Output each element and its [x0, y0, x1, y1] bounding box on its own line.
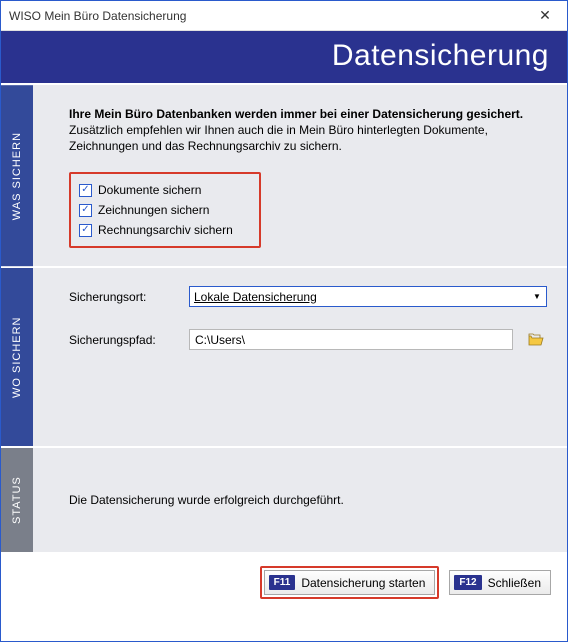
select-value: Lokale Datensicherung	[194, 290, 317, 304]
page-title: Datensicherung	[332, 39, 549, 72]
intro-heading: Ihre Mein Büro Datenbanken werden immer …	[69, 107, 547, 121]
row-sicherungsort: Sicherungsort: Lokale Datensicherung ▼	[69, 286, 547, 307]
close-icon[interactable]: ✕	[523, 1, 567, 31]
button-label: Schließen	[488, 576, 541, 590]
status-message: Die Datensicherung wurde erfolgreich dur…	[69, 493, 344, 507]
checkbox-zeichnungen[interactable]: ✓ Zeichnungen sichern	[79, 200, 233, 220]
checkbox-rechnungsarchiv[interactable]: ✓ Rechnungsarchiv sichern	[79, 220, 233, 240]
titlebar: WISO Mein Büro Datensicherung ✕	[1, 1, 567, 31]
footer: F11 Datensicherung starten F12 Schließen	[1, 552, 567, 613]
checkbox-label: Rechnungsarchiv sichern	[98, 223, 233, 237]
fkey-badge: F12	[454, 575, 481, 590]
check-icon: ✓	[79, 184, 92, 197]
label-sicherungsort: Sicherungsort:	[69, 290, 177, 304]
checkbox-dokumente[interactable]: ✓ Dokumente sichern	[79, 180, 233, 200]
start-backup-button[interactable]: F11 Datensicherung starten	[264, 570, 436, 595]
window-title: WISO Mein Büro Datensicherung	[9, 9, 523, 23]
section-wo-sichern: WO SICHERN Sicherungsort: Lokale Datensi…	[1, 266, 567, 446]
side-tab-was: WAS SICHERN	[1, 85, 33, 266]
side-tab-status: STATUS	[1, 448, 33, 552]
folder-open-icon	[528, 333, 544, 346]
label-sicherungspfad: Sicherungspfad:	[69, 333, 177, 347]
checkbox-label: Zeichnungen sichern	[98, 203, 209, 217]
section-was-sichern: WAS SICHERN Ihre Mein Büro Datenbanken w…	[1, 83, 567, 266]
page-header: Datensicherung	[1, 31, 567, 83]
start-button-highlight: F11 Datensicherung starten	[260, 566, 440, 599]
intro-subtext: Zusätzlich empfehlen wir Ihnen auch die …	[69, 123, 547, 154]
input-value: C:\Users\	[195, 333, 245, 347]
check-icon: ✓	[79, 204, 92, 217]
chevron-down-icon: ▼	[529, 287, 545, 306]
check-icon: ✓	[79, 224, 92, 237]
checkbox-group-highlight: ✓ Dokumente sichern ✓ Zeichnungen sicher…	[69, 172, 261, 248]
input-sicherungspfad[interactable]: C:\Users\	[189, 329, 513, 350]
browse-folder-button[interactable]	[525, 329, 547, 350]
checkbox-label: Dokumente sichern	[98, 183, 201, 197]
close-button[interactable]: F12 Schließen	[449, 570, 551, 595]
select-sicherungsort[interactable]: Lokale Datensicherung ▼	[189, 286, 547, 307]
row-sicherungspfad: Sicherungspfad: C:\Users\	[69, 329, 547, 350]
fkey-badge: F11	[269, 575, 296, 590]
side-tab-wo: WO SICHERN	[1, 268, 33, 446]
button-label: Datensicherung starten	[301, 576, 425, 590]
section-status: STATUS Die Datensicherung wurde erfolgre…	[1, 446, 567, 552]
